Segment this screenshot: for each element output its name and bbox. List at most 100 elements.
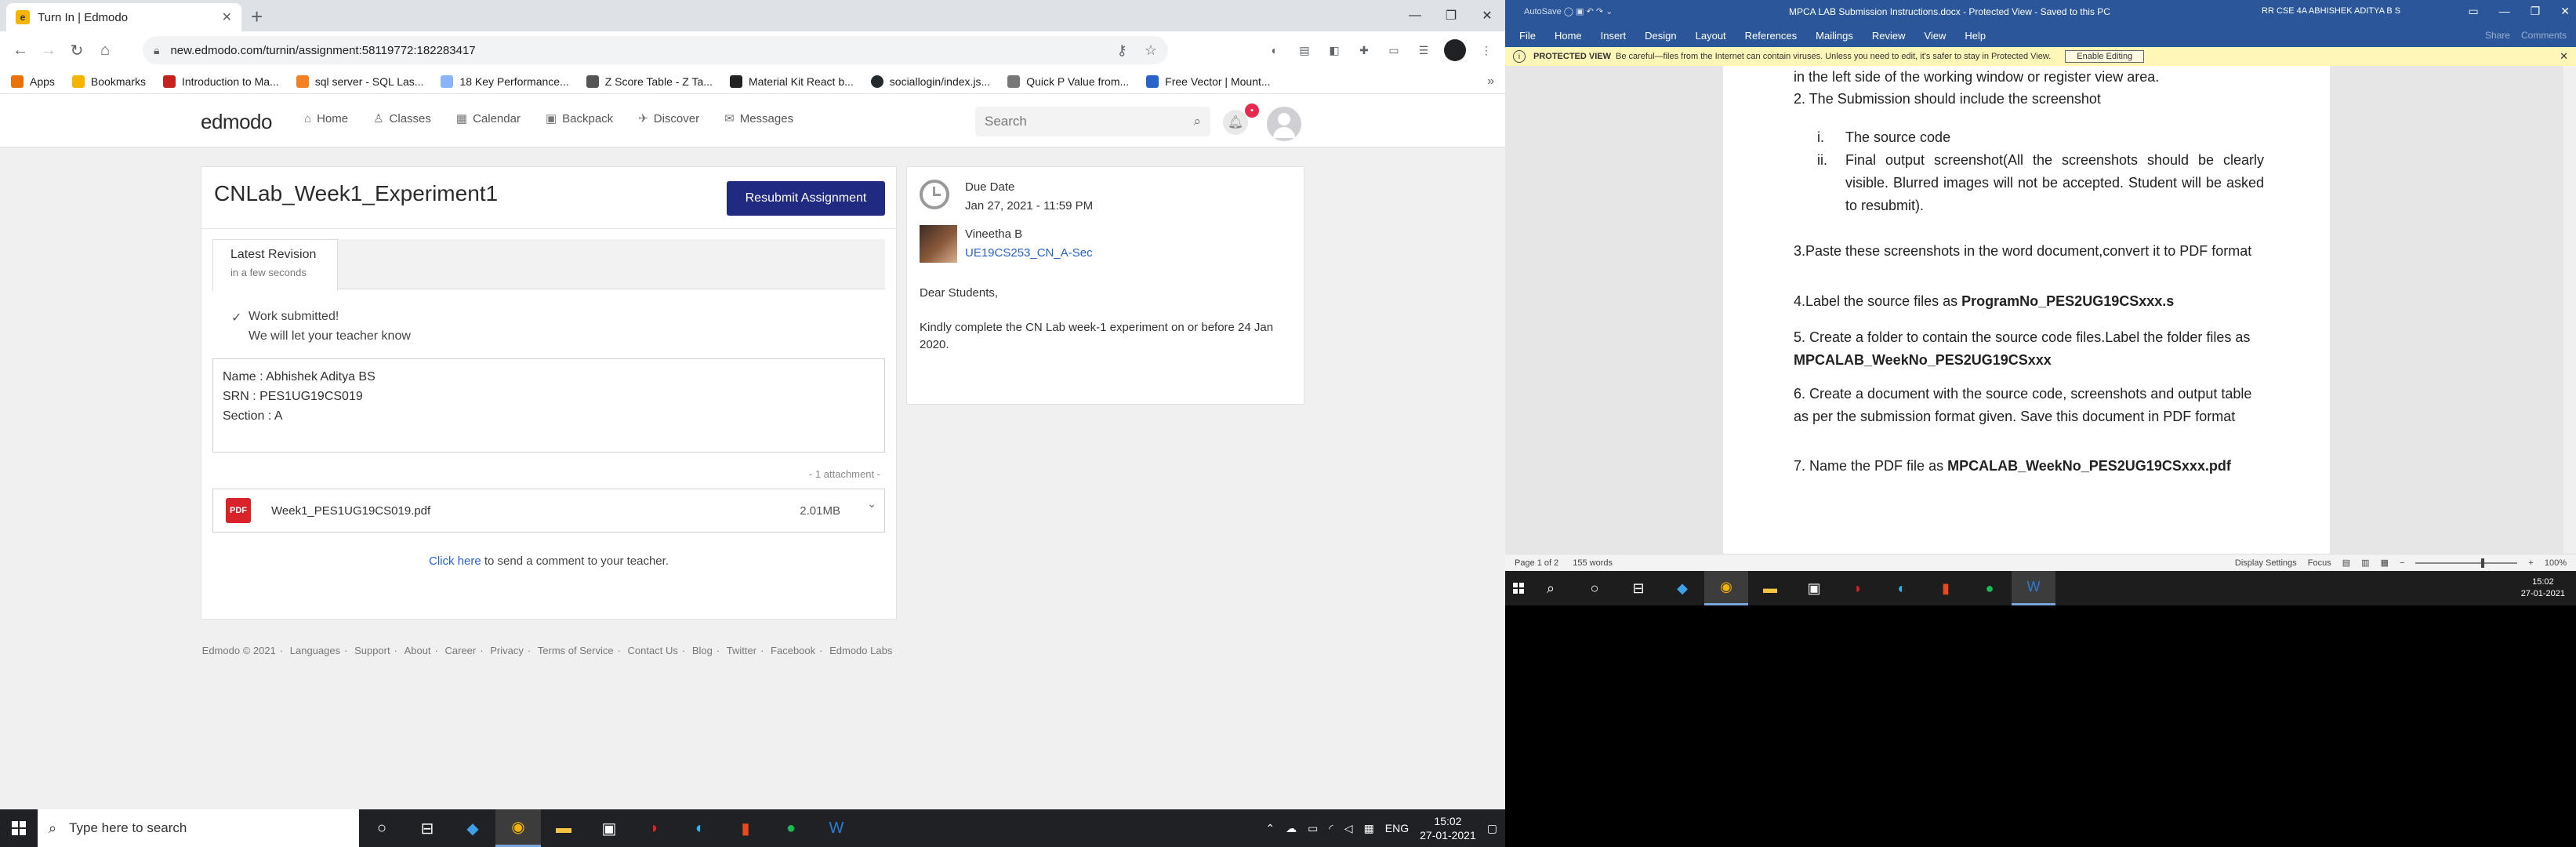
nav-discover[interactable]: ✈ Discover	[638, 111, 699, 126]
playlist-icon[interactable]: ☰	[1414, 41, 1433, 60]
class-link[interactable]: UE19CS253_CN_A-Sec	[965, 244, 1093, 263]
edge-icon[interactable]: ◐	[677, 809, 723, 847]
quick-access-toolbar[interactable]: AutoSave ◯ ▣ ↶ ↷ ⌄	[1524, 6, 1613, 16]
word-icon[interactable]: W	[2012, 571, 2055, 605]
tab-design[interactable]: Design	[1645, 30, 1676, 42]
close-window-icon[interactable]: ✕	[2560, 5, 2570, 18]
bookmark-item[interactable]: sociallogin/index.js...	[870, 75, 990, 88]
nav-backpack[interactable]: ▣ Backpack	[546, 111, 613, 126]
nav-messages[interactable]: ✉ Messages	[724, 111, 793, 126]
key-icon[interactable]: ⚷	[1117, 42, 1127, 59]
taskbar-clock[interactable]: 15:02 27-01-2021	[1420, 814, 1476, 842]
cortana-icon[interactable]: ○	[1573, 571, 1616, 605]
footer-link[interactable]: Terms of Service	[538, 645, 614, 656]
footer-link[interactable]: Twitter	[727, 645, 756, 656]
new-tab-icon[interactable]: +	[251, 5, 263, 29]
footer-link[interactable]: Edmodo Labs	[829, 645, 892, 656]
document-canvas[interactable]: in the left side of the working window o…	[1505, 66, 2576, 554]
chrome-icon[interactable]: ◉	[1704, 571, 1748, 605]
zoom-slider[interactable]	[2415, 558, 2518, 568]
language-indicator[interactable]: ENG	[1385, 822, 1409, 834]
vscode-icon[interactable]: ◆	[1660, 571, 1704, 605]
footer-link[interactable]: About	[405, 645, 431, 656]
ribbon-display-icon[interactable]: ▭	[2468, 5, 2478, 18]
spotify-icon[interactable]: ●	[768, 809, 814, 847]
tab-insert[interactable]: Insert	[1601, 30, 1627, 42]
footer-link[interactable]: Support	[354, 645, 390, 656]
search-input[interactable]: Search ⌕	[975, 107, 1210, 136]
bookmark-item[interactable]: Introduction to Ma...	[162, 75, 279, 88]
chrome-icon[interactable]: ◉	[495, 809, 541, 847]
extension-icon[interactable]: ◧	[1325, 41, 1344, 60]
forward-icon[interactable]: →	[34, 36, 63, 64]
zoom-level[interactable]: 100%	[2545, 558, 2567, 568]
cast-icon[interactable]: ▭	[1384, 41, 1403, 60]
vscode-icon[interactable]: ◆	[450, 809, 495, 847]
taskbar-clock[interactable]: 15:02 27-01-2021	[2521, 576, 2576, 600]
office-icon[interactable]: ▮	[723, 809, 768, 847]
bookmark-item[interactable]: Z Score Table - Z Ta...	[586, 75, 713, 88]
tab-view[interactable]: View	[1924, 30, 1946, 42]
tab-review[interactable]: Review	[1872, 30, 1906, 42]
edge-icon[interactable]: ◐	[1880, 571, 1924, 605]
bookmark-item[interactable]: Bookmarks	[71, 75, 146, 88]
comments-button[interactable]: Comments	[2521, 30, 2567, 41]
address-bar[interactable]: 🔒︎ new.edmodo.com/turnin/assignment:5811…	[143, 36, 1168, 64]
app-icon[interactable]: ◗	[632, 809, 677, 847]
extension-icon[interactable]: ▤	[1295, 41, 1314, 60]
chevron-up-icon[interactable]: ⌃	[1265, 822, 1275, 835]
attachment-item[interactable]: PDF Week1_PES1UG19CS019.pdf 2.01MB ⌄	[212, 489, 885, 533]
cortana-icon[interactable]: ○	[359, 809, 405, 847]
nav-home[interactable]: ⌂ Home	[304, 111, 348, 125]
task-view-icon[interactable]: ⊟	[405, 809, 450, 847]
user-name[interactable]: RR CSE 4A ABHISHEK ADITYA B S	[2262, 6, 2400, 16]
footer-link[interactable]: Contact Us	[628, 645, 678, 656]
print-layout-icon[interactable]: ▥	[2361, 558, 2369, 568]
footer-link[interactable]: Career	[445, 645, 477, 656]
nav-calendar[interactable]: ▦ Calendar	[456, 111, 521, 126]
bookmark-item[interactable]: sql server - SQL Las...	[296, 75, 423, 88]
close-icon[interactable]: ✕	[2560, 50, 2568, 63]
edmodo-logo[interactable]: edmodo	[201, 110, 272, 134]
keyboard-icon[interactable]: ▦	[1364, 822, 1374, 835]
share-button[interactable]: Share	[2485, 30, 2510, 41]
browser-tab[interactable]: e Turn In | Edmodo ✕	[6, 3, 241, 31]
menu-icon[interactable]: ⋮	[1477, 41, 1496, 60]
web-layout-icon[interactable]: ▦	[2381, 558, 2389, 568]
enable-editing-button[interactable]: Enable Editing	[2065, 50, 2145, 63]
network-icon[interactable]: ◜	[1329, 822, 1333, 835]
bookmark-item[interactable]: 18 Key Performance...	[441, 75, 569, 88]
word-icon[interactable]: W	[814, 809, 859, 847]
home-icon[interactable]: ⌂	[91, 36, 119, 64]
tab-references[interactable]: References	[1745, 30, 1797, 42]
back-icon[interactable]: ←	[6, 36, 34, 64]
user-avatar[interactable]	[1267, 107, 1301, 141]
tab-layout[interactable]: Layout	[1696, 30, 1726, 42]
task-view-icon[interactable]: ⊟	[1616, 571, 1660, 605]
search-icon[interactable]: ⌕	[1529, 571, 1573, 605]
footer-link[interactable]: Languages	[290, 645, 340, 656]
nav-classes[interactable]: ♙ Classes	[373, 111, 431, 126]
more-bookmarks-icon[interactable]: »	[1487, 75, 1494, 89]
lock-icon[interactable]: 🔒︎	[154, 44, 159, 57]
reload-icon[interactable]: ↻	[63, 36, 91, 64]
display-settings-button[interactable]: Display Settings	[2235, 558, 2297, 568]
chevron-down-icon[interactable]: ⌄	[867, 497, 876, 511]
page-count[interactable]: Page 1 of 2	[1515, 558, 1558, 568]
tab-file[interactable]: File	[1519, 30, 1536, 42]
vertical-scrollbar[interactable]	[2563, 66, 2576, 554]
tab-help[interactable]: Help	[1965, 30, 1986, 42]
close-tab-icon[interactable]: ✕	[222, 9, 232, 25]
cloud-icon[interactable]: ☁	[1286, 822, 1297, 835]
bookmark-item[interactable]: Free Vector | Mount...	[1146, 75, 1271, 88]
store-icon[interactable]: ▣	[1792, 571, 1836, 605]
speaker-icon[interactable]: ◁	[1344, 822, 1353, 835]
spotify-icon[interactable]: ●	[1968, 571, 2012, 605]
store-icon[interactable]: ▣	[586, 809, 632, 847]
focus-button[interactable]: Focus	[2308, 558, 2331, 568]
read-mode-icon[interactable]: ▤	[2342, 558, 2350, 568]
word-count[interactable]: 155 words	[1573, 558, 1613, 568]
start-button[interactable]	[0, 809, 38, 847]
office-icon[interactable]: ▮	[1924, 571, 1968, 605]
resubmit-button[interactable]: Resubmit Assignment	[727, 181, 885, 216]
